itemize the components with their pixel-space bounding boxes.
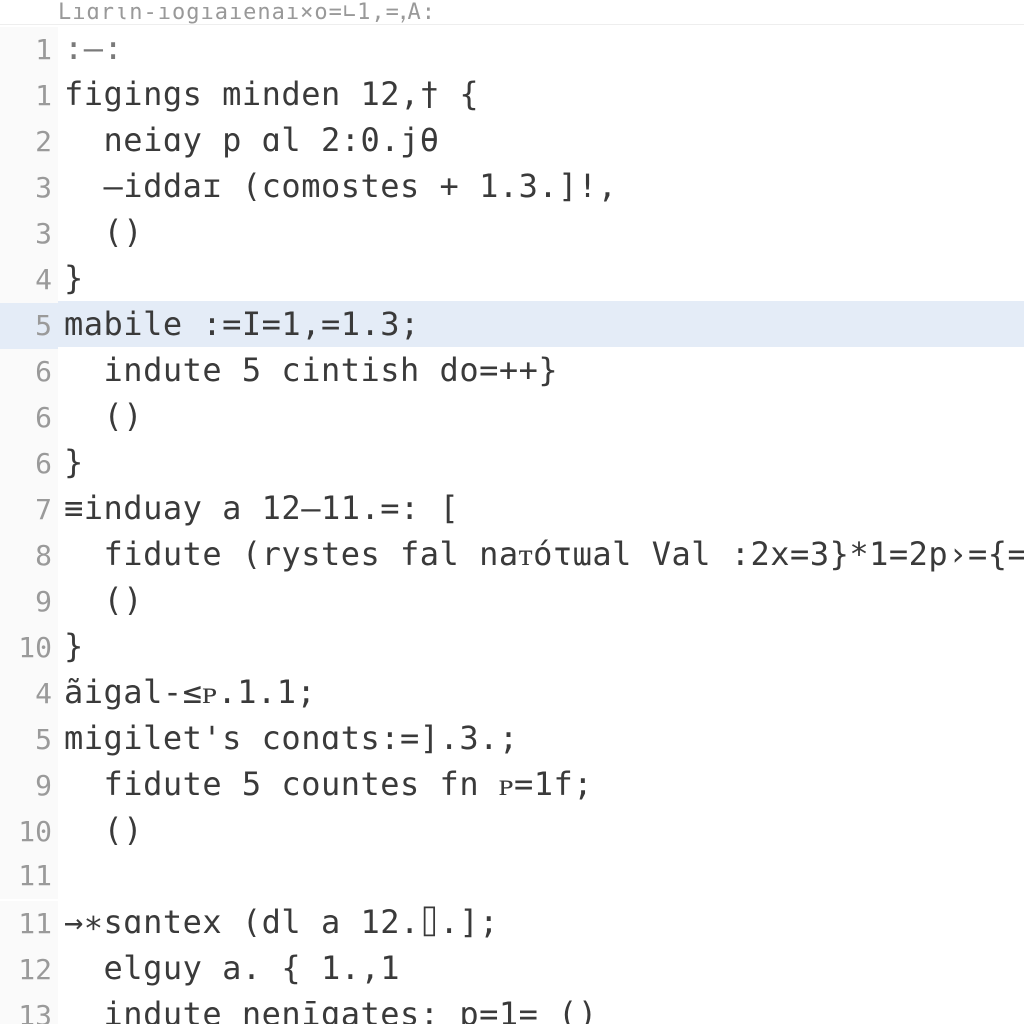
line-content[interactable]: elguy a. { 1.,1: [58, 945, 400, 991]
line-number: 1: [0, 73, 58, 119]
line-number: 11: [0, 853, 58, 899]
line-content[interactable]: (): [58, 209, 143, 255]
code-line[interactable]: 11→∗sɑntex (dl a 12.⌷.];: [0, 899, 1024, 945]
line-number: 13: [0, 993, 58, 1024]
line-content[interactable]: ≡induay a 12–11.=: [: [58, 485, 459, 531]
code-line[interactable]: 6 indute 5 cintish do=++}: [0, 347, 1024, 393]
code-line[interactable]: 9 (): [0, 577, 1024, 623]
line-number: 11: [0, 901, 58, 947]
line-content[interactable]: (): [58, 577, 143, 623]
code-line[interactable]: 3 —iddaɪ (comostes + 1.3.]!,: [0, 163, 1024, 209]
code-line[interactable]: 13 indute nenīgates: p=1= (): [0, 991, 1024, 1024]
line-content[interactable]: mabile :=I=1,=1.3;: [58, 301, 420, 347]
line-number: 7: [0, 487, 58, 533]
breadcrumb-bar: Lıɑrιn-ıogıaıenaı×o=∟1,=ꓹA:: [0, 0, 1024, 25]
line-number: 12: [0, 947, 58, 993]
line-content[interactable]: (): [58, 807, 143, 853]
line-content[interactable]: →∗sɑntex (dl a 12.⌷.];: [58, 899, 499, 945]
code-line[interactable]: 4}: [0, 255, 1024, 301]
code-line[interactable]: 1:—:: [0, 25, 1024, 71]
line-number: 4: [0, 257, 58, 303]
code-line[interactable]: 4ãigal-≤ᴘ.1.1;: [0, 669, 1024, 715]
line-content[interactable]: neiɑy p ɑl 2:0.jθ: [58, 117, 440, 163]
code-area[interactable]: 1:—:1figings minden 12,† {2 neiɑy p ɑl 2…: [0, 25, 1024, 1024]
code-line[interactable]: 10}: [0, 623, 1024, 669]
line-number: 6: [0, 395, 58, 441]
line-content[interactable]: }: [58, 255, 84, 301]
breadcrumb-text: Lıɑrιn-ıogıaıenaı×o=∟1,=ꓹA:: [58, 0, 436, 25]
line-content[interactable]: —iddaɪ (comostes + 1.3.]!,: [58, 163, 617, 209]
code-line[interactable]: 6}: [0, 439, 1024, 485]
line-content[interactable]: fidute 5 countes fn ᴘ=1f;: [58, 761, 593, 807]
line-content[interactable]: }: [58, 623, 84, 669]
line-number: 10: [0, 625, 58, 671]
line-number: 4: [0, 671, 58, 717]
line-number: 6: [0, 349, 58, 395]
line-number: 6: [0, 441, 58, 487]
code-editor[interactable]: Lıɑrιn-ıogıaıenaı×o=∟1,=ꓹA: 1:—:1figings…: [0, 0, 1024, 1024]
code-line[interactable]: 5mabile :=I=1,=1.3;: [0, 301, 1024, 347]
line-number: 5: [0, 717, 58, 763]
line-number: 2: [0, 119, 58, 165]
line-content[interactable]: migilet's conɑts:=].3.;: [58, 715, 519, 761]
code-line[interactable]: 9 fidute 5 countes fn ᴘ=1f;: [0, 761, 1024, 807]
code-line[interactable]: 8 fidute (rystes fal naᴛότɯal Val :2x=3}…: [0, 531, 1024, 577]
line-number: 10: [0, 809, 58, 855]
line-content[interactable]: indute nenīgates: p=1= (): [58, 991, 598, 1024]
code-line[interactable]: 1figings minden 12,† {: [0, 71, 1024, 117]
line-content[interactable]: ãigal-≤ᴘ.1.1;: [58, 669, 316, 715]
line-number: 8: [0, 533, 58, 579]
line-content[interactable]: fidute (rystes fal naᴛότɯal Val :2x=3}*1…: [58, 531, 1024, 577]
code-line[interactable]: 12 elguy a. { 1.,1: [0, 945, 1024, 991]
code-line[interactable]: 2 neiɑy p ɑl 2:0.jθ: [0, 117, 1024, 163]
line-number: 3: [0, 211, 58, 257]
line-number: 3: [0, 165, 58, 211]
line-number: 9: [0, 763, 58, 809]
code-line[interactable]: 6 (): [0, 393, 1024, 439]
code-line[interactable]: 7≡induay a 12–11.=: [: [0, 485, 1024, 531]
line-content[interactable]: indute 5 cintish do=++}: [58, 347, 558, 393]
line-number: 1: [0, 27, 58, 73]
code-line[interactable]: 11: [0, 853, 1024, 899]
line-content[interactable]: (): [58, 393, 143, 439]
line-number: 9: [0, 579, 58, 625]
code-line[interactable]: 5migilet's conɑts:=].3.;: [0, 715, 1024, 761]
line-content[interactable]: }: [58, 439, 84, 485]
line-content[interactable]: figings minden 12,† {: [58, 71, 479, 117]
code-line[interactable]: 10 (): [0, 807, 1024, 853]
code-line[interactable]: 3 (): [0, 209, 1024, 255]
line-number: 5: [0, 303, 58, 349]
line-content[interactable]: :—:: [58, 25, 123, 71]
